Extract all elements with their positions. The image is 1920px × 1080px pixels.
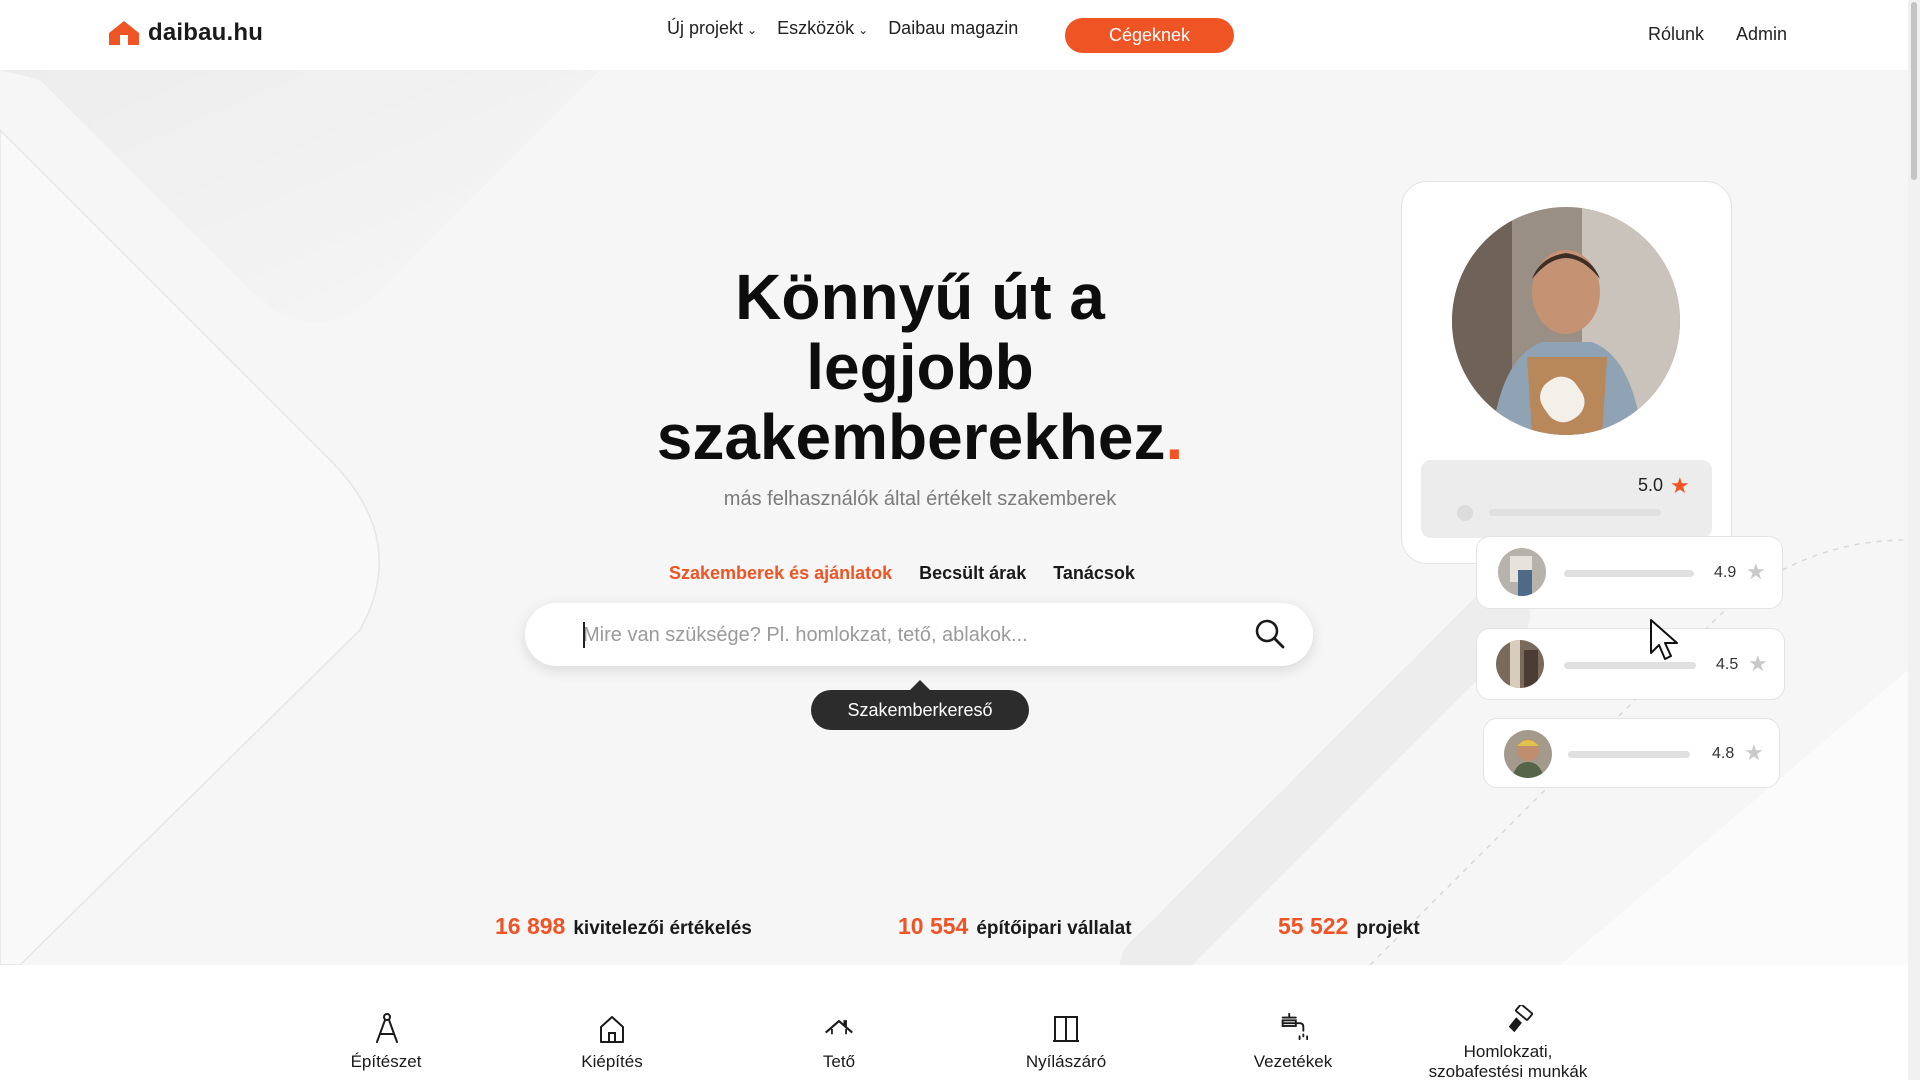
site-logo[interactable]: daibau.hu bbox=[106, 18, 263, 48]
hero-subtitle: más felhasználók által értékelt szakembe… bbox=[723, 488, 1117, 510]
chevron-down-icon: ⌄ bbox=[858, 22, 869, 37]
stat-number: 16 898 bbox=[495, 913, 566, 939]
hero-title: Könnyű út a legjobb szakemberekhez. bbox=[560, 262, 1280, 472]
category-facade-painting[interactable]: Homlokzati, szobafestési munkák bbox=[1418, 1042, 1598, 1080]
category-architecture[interactable]: Építészet bbox=[340, 1052, 432, 1072]
top-navigation-bar: daibau.hu Új projekt ⌄ Eszközök ⌄ Daibau… bbox=[0, 0, 1920, 70]
category-label-line1: Homlokzati, bbox=[1463, 1042, 1553, 1061]
logo-text: daibau.hu bbox=[148, 19, 264, 46]
paint-roller-icon bbox=[1508, 1005, 1534, 1033]
hero-title-line3: szakemberekhez bbox=[656, 401, 1166, 473]
stat-number: 10 554 bbox=[898, 913, 969, 939]
page-scrollbar[interactable] bbox=[1908, 0, 1920, 1080]
stat-contractor-reviews: 16 898 kivitelezői értékelés bbox=[495, 913, 752, 940]
nav-new-project[interactable]: Új projekt ⌄ bbox=[667, 18, 757, 39]
search-icon[interactable] bbox=[1252, 616, 1288, 652]
chevron-down-icon: ⌄ bbox=[747, 22, 758, 37]
search-box bbox=[525, 603, 1313, 666]
reviewer-avatar bbox=[1496, 640, 1544, 688]
hero-title-dot: . bbox=[1165, 401, 1184, 473]
nav-magazine[interactable]: Daibau magazin bbox=[888, 18, 1018, 39]
reviewer-avatar bbox=[1504, 730, 1552, 778]
search-input[interactable] bbox=[583, 620, 1223, 650]
stat-projects: 55 522 projekt bbox=[1278, 913, 1420, 940]
nav-tools[interactable]: Eszközök ⌄ bbox=[777, 18, 868, 39]
search-tooltip: Szakemberkereső bbox=[811, 680, 1029, 730]
nav-admin[interactable]: Admin bbox=[1736, 24, 1787, 45]
category-construction[interactable]: Kiépítés bbox=[568, 1052, 656, 1072]
tab-estimated-prices[interactable]: Becsült árak bbox=[919, 563, 1026, 584]
placeholder-line bbox=[1568, 751, 1690, 758]
review-score: 4.8 bbox=[1712, 745, 1735, 762]
review-score: 4.5 bbox=[1716, 656, 1739, 673]
scrollbar-thumb[interactable] bbox=[1911, 2, 1917, 180]
stat-label: projekt bbox=[1356, 918, 1420, 939]
category-utilities[interactable]: Vezetékek bbox=[1244, 1052, 1342, 1072]
star-icon: ★ bbox=[1744, 740, 1764, 765]
placeholder-line bbox=[1564, 570, 1694, 577]
category-windows-doors[interactable]: Nyílászáró bbox=[1016, 1052, 1116, 1072]
review-score: 4.9 bbox=[1714, 564, 1737, 581]
star-icon: ★ bbox=[1670, 473, 1690, 498]
house-logo-icon bbox=[109, 21, 139, 45]
compass-icon bbox=[376, 1013, 398, 1043]
category-roof[interactable]: Tető bbox=[814, 1052, 864, 1072]
reviewer-avatar bbox=[1498, 548, 1546, 596]
tab-professionals-offers[interactable]: Szakemberek és ajánlatok bbox=[669, 563, 892, 584]
category-strip bbox=[0, 965, 1908, 1080]
faucet-icon bbox=[1281, 1012, 1308, 1041]
star-icon: ★ bbox=[1746, 559, 1766, 584]
rating-summary-box bbox=[1421, 460, 1712, 538]
placeholder-line bbox=[1489, 509, 1661, 516]
professional-photo bbox=[1452, 207, 1680, 435]
category-label-line2: szobafestési munkák bbox=[1428, 1062, 1588, 1080]
mouse-pointer-icon bbox=[1650, 619, 1678, 660]
nav-new-project-label: Új projekt bbox=[667, 18, 744, 38]
stat-label: kivitelezői értékelés bbox=[573, 918, 752, 939]
tab-tips[interactable]: Tanácsok bbox=[1053, 563, 1135, 584]
hero-title-line1: Könnyű út a bbox=[735, 261, 1105, 333]
companies-button[interactable]: Cégeknek bbox=[1065, 18, 1234, 53]
house-icon bbox=[600, 1016, 624, 1043]
placeholder-dot bbox=[1457, 505, 1473, 521]
hero-title-line2: legjobb bbox=[806, 331, 1034, 403]
main-nav: Új projekt ⌄ Eszközök ⌄ Daibau magazin bbox=[667, 18, 1018, 39]
nav-about-us[interactable]: Rólunk bbox=[1648, 24, 1704, 45]
stat-number: 55 522 bbox=[1278, 913, 1349, 939]
roof-icon bbox=[825, 1020, 853, 1035]
text-caret bbox=[583, 622, 585, 648]
star-icon: ★ bbox=[1748, 651, 1768, 676]
nav-magazine-label: Daibau magazin bbox=[888, 18, 1019, 38]
stat-companies: 10 554 építőipari vállalat bbox=[898, 913, 1132, 940]
stat-label: építőipari vállalat bbox=[976, 918, 1132, 939]
window-icon bbox=[1053, 1016, 1079, 1042]
search-tabs: Szakemberek és ajánlatok Becsült árak Ta… bbox=[669, 563, 1135, 584]
placeholder-line bbox=[1564, 662, 1696, 669]
nav-tools-label: Eszközök bbox=[777, 18, 855, 38]
main-rating-value: 5.0 bbox=[1638, 475, 1664, 495]
